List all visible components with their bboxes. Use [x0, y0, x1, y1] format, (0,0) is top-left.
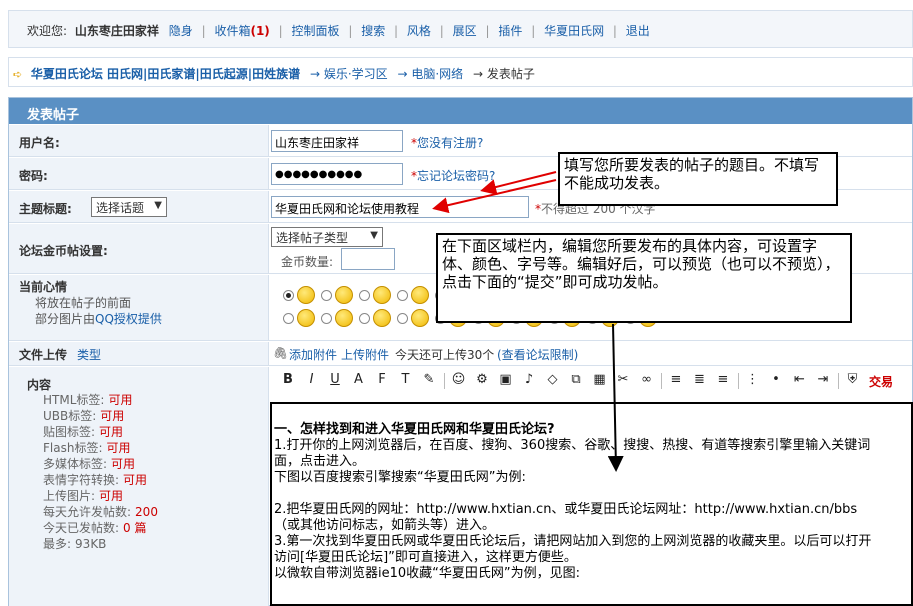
annotation-arrows [432, 171, 624, 472]
arrow-to-register [480, 171, 557, 195]
arrow-to-editor [607, 323, 624, 472]
arrow-to-subject [432, 179, 557, 214]
